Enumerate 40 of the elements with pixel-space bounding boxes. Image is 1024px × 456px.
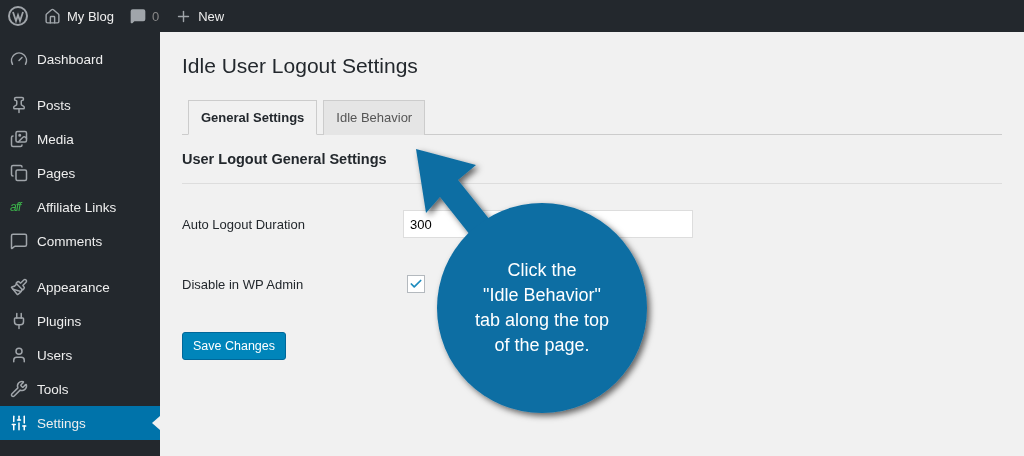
callout-text: of the page.: [494, 334, 590, 357]
menu-pointer: [152, 416, 160, 430]
new-link[interactable]: New: [198, 8, 225, 24]
check-icon: [409, 277, 423, 291]
speech-bubble-icon: [10, 232, 28, 250]
comment-count: 0: [151, 8, 160, 24]
callout-text: tab along the top: [474, 309, 610, 332]
sidebar-item[interactable]: Tools: [0, 372, 160, 406]
sidebar-item[interactable]: Posts: [0, 88, 160, 122]
sidebar-item[interactable]: Users: [0, 338, 160, 372]
checkbox[interactable]: [407, 275, 425, 293]
tab[interactable]: General Settings: [188, 100, 318, 135]
comment-icon[interactable]: [129, 8, 146, 24]
sidebar-item[interactable]: Appearance: [0, 270, 160, 304]
callout-text: "Idle Behavior": [483, 284, 601, 307]
pin-icon: [10, 96, 28, 114]
save-button[interactable]: Save Changes: [182, 332, 286, 360]
paintbrush-icon: [10, 278, 28, 296]
sidebar-item[interactable]: Dashboard: [0, 42, 160, 76]
field-label: Auto Logout Duration: [182, 216, 306, 232]
images-icon: [10, 130, 28, 148]
sidebar-item[interactable]: Media: [0, 122, 160, 156]
pages-icon: [10, 164, 28, 182]
logo-icon[interactable]: [8, 6, 28, 26]
aff-icon: aff: [10, 200, 28, 214]
gauge-icon: [10, 50, 28, 68]
sidebar-item[interactable]: Settings: [0, 406, 160, 440]
home-icon[interactable]: [44, 7, 61, 25]
sidebar-item[interactable]: Plugins: [0, 304, 160, 338]
sliders-icon: [10, 414, 28, 432]
callout-text: Click the: [507, 259, 577, 282]
page-title: Idle User Logout Settings: [182, 54, 419, 78]
site-link[interactable]: My Blog: [67, 8, 114, 24]
sidebar-item[interactable]: Pages: [0, 156, 160, 190]
user-icon: [10, 346, 28, 364]
tab[interactable]: Idle Behavior: [323, 100, 426, 135]
sidebar-item[interactable]: Comments: [0, 224, 160, 258]
sidebar-item[interactable]: aff Affiliate Links: [0, 190, 160, 224]
wrench-icon: [10, 380, 28, 398]
field-label: Disable in WP Admin: [182, 276, 305, 292]
